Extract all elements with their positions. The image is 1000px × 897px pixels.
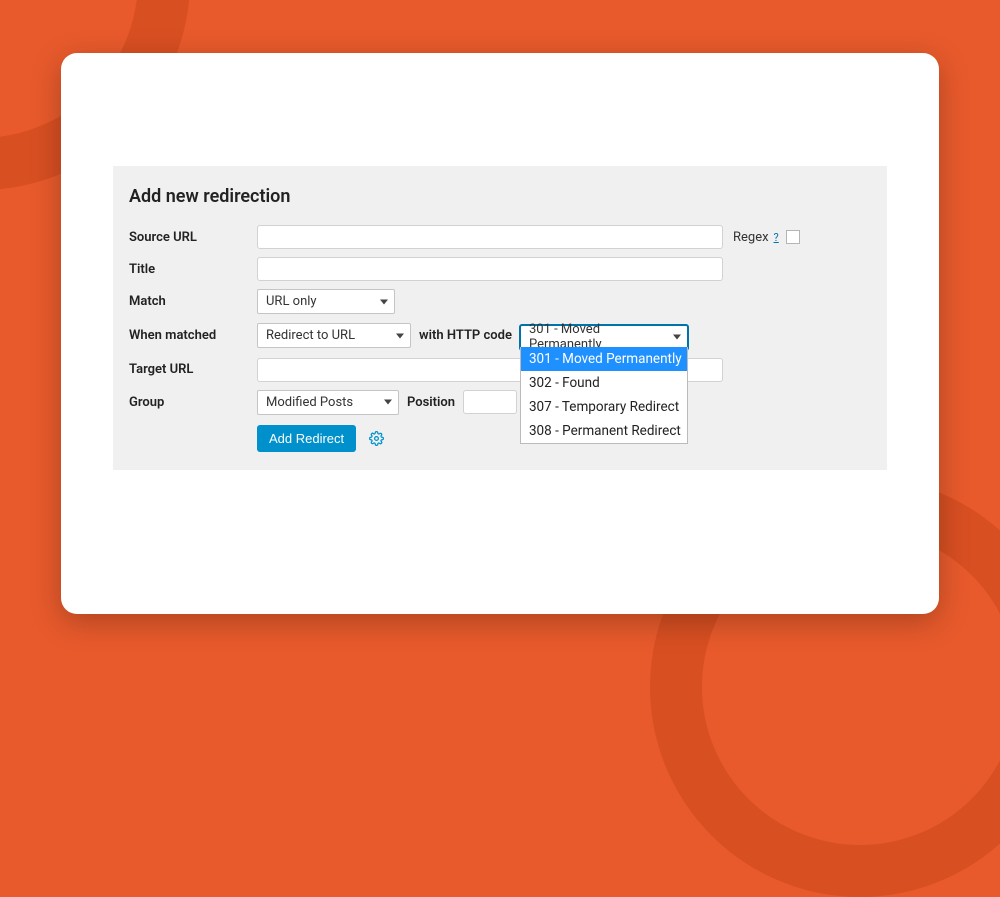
label-title: Title — [129, 262, 257, 277]
regex-help-link[interactable]: ? — [774, 231, 779, 244]
chevron-down-icon — [380, 299, 388, 304]
card: Add new redirection Source URL Regex ? T… — [61, 53, 939, 614]
regex-group: Regex ? — [733, 230, 800, 245]
chevron-down-icon — [396, 333, 404, 338]
http-code-select[interactable]: 301 - Moved Permanently — [520, 325, 688, 350]
regex-label: Regex — [733, 230, 769, 245]
label-source-url: Source URL — [129, 230, 257, 245]
row-source-url: Source URL Regex ? — [129, 225, 871, 249]
label-target-url: Target URL — [129, 362, 257, 377]
http-code-option[interactable]: 301 - Moved Permanently — [521, 347, 687, 371]
chevron-down-icon — [384, 400, 392, 405]
when-matched-action-select[interactable]: Redirect to URL — [257, 323, 411, 348]
label-group: Group — [129, 395, 257, 410]
row-target-url: Target URL — [129, 358, 871, 382]
http-code-option[interactable]: 302 - Found — [521, 371, 687, 395]
group-select[interactable]: Modified Posts — [257, 390, 399, 415]
group-select-value: Modified Posts — [266, 395, 353, 410]
panel-title: Add new redirection — [129, 186, 871, 207]
http-code-option[interactable]: 308 - Permanent Redirect — [521, 419, 687, 443]
label-when-matched: When matched — [129, 328, 257, 343]
row-title: Title — [129, 257, 871, 281]
match-select-value: URL only — [266, 294, 317, 309]
add-redirection-panel: Add new redirection Source URL Regex ? T… — [113, 166, 887, 470]
regex-checkbox[interactable] — [786, 230, 800, 244]
match-select[interactable]: URL only — [257, 289, 395, 314]
label-match: Match — [129, 294, 257, 309]
gear-icon[interactable] — [366, 428, 386, 448]
with-http-code-label: with HTTP code — [419, 328, 512, 343]
position-input[interactable] — [463, 390, 517, 414]
chevron-down-icon — [673, 335, 681, 340]
http-code-option[interactable]: 307 - Temporary Redirect — [521, 395, 687, 419]
position-label: Position — [407, 395, 455, 410]
http-code-options-list: 301 - Moved Permanently 302 - Found 307 … — [520, 347, 688, 444]
title-input[interactable] — [257, 257, 723, 281]
add-redirect-button[interactable]: Add Redirect — [257, 425, 356, 452]
source-url-input[interactable] — [257, 225, 723, 249]
row-group: Group Modified Posts Position — [129, 390, 871, 415]
when-matched-action-value: Redirect to URL — [266, 328, 355, 343]
row-match: Match URL only — [129, 289, 871, 314]
row-when-matched: When matched Redirect to URL with HTTP c… — [129, 322, 871, 350]
